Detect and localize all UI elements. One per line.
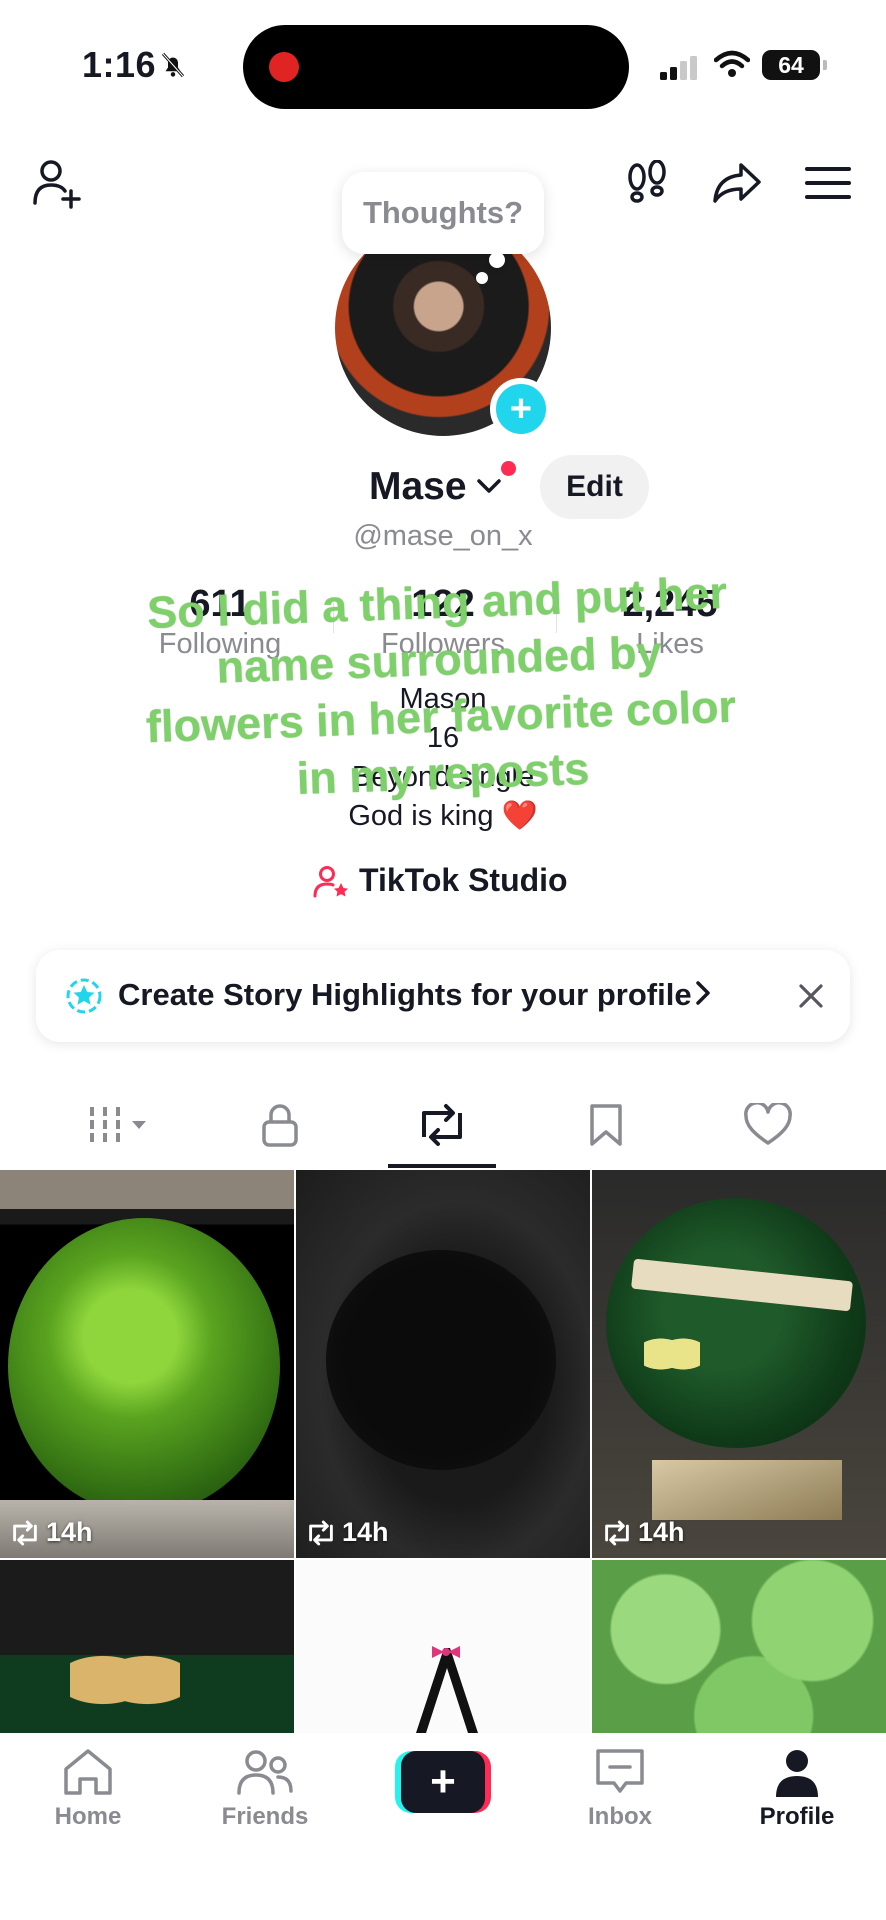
- lock-icon: [262, 1104, 298, 1147]
- add-friend-icon: [33, 160, 81, 209]
- share-icon: [713, 163, 761, 203]
- logo-image: [416, 1646, 478, 1733]
- home-icon: [64, 1749, 112, 1795]
- nav-inbox-label: Inbox: [588, 1803, 652, 1830]
- tab-reposts[interactable]: [402, 1094, 482, 1156]
- footprints-icon: [628, 160, 666, 203]
- add-friend-button[interactable]: [29, 155, 85, 211]
- reposts-grid: 14h 14h 14h: [0, 1170, 886, 1733]
- add-story-button[interactable]: +: [490, 378, 552, 440]
- tab-private[interactable]: [240, 1094, 320, 1156]
- repost-time: 14h: [10, 1517, 93, 1548]
- friends-icon: [237, 1750, 293, 1795]
- grid-filter-icon: [90, 1107, 146, 1143]
- dynamic-island: [243, 25, 629, 109]
- repost-icon: [309, 1520, 333, 1545]
- wrapping-paper: [652, 1460, 842, 1520]
- active-tab-indicator: [388, 1164, 496, 1168]
- video-tile-logo[interactable]: [296, 1560, 590, 1733]
- repost-time: 14h: [602, 1517, 685, 1548]
- tiktok-studio-label: TikTok Studio: [359, 862, 568, 898]
- bouquet-image: [326, 1250, 556, 1470]
- heart-outline-icon: [744, 1103, 792, 1145]
- video-tile-birthday-bouquet[interactable]: 14h: [592, 1170, 886, 1558]
- hamburger-menu-icon: [805, 167, 851, 199]
- tab-favorites[interactable]: [566, 1094, 646, 1156]
- thought-bubble-tail: [489, 252, 505, 268]
- nav-friends-label: Friends: [221, 1803, 309, 1830]
- video-tile-dark-bouquet[interactable]: 14h: [296, 1170, 590, 1558]
- status-time: 1:16: [82, 44, 157, 85]
- video-tile-green-roses[interactable]: 14h: [0, 1170, 294, 1558]
- bookmark-icon: [590, 1104, 622, 1146]
- share-profile-button[interactable]: [709, 155, 765, 211]
- profile-name-row: Mase Edit: [0, 455, 886, 521]
- repost-icon: [13, 1520, 37, 1545]
- repost-age: 14h: [342, 1517, 389, 1547]
- bouquet-image: [606, 1198, 866, 1448]
- repost-icon: [605, 1520, 629, 1545]
- thought-bubble-tail-small: [476, 272, 488, 284]
- bio-line: God is king ❤️: [348, 800, 538, 832]
- nav-profile-label: Profile: [759, 1803, 835, 1830]
- story-star-icon: [66, 978, 102, 1014]
- profile-icon: [776, 1750, 818, 1797]
- nav-home[interactable]: Home: [18, 1747, 158, 1831]
- butterfly-decoration: [70, 1640, 180, 1720]
- battery-indicator: 64: [762, 50, 827, 80]
- tab-liked[interactable]: [728, 1094, 808, 1156]
- profile-display-name[interactable]: Mase: [369, 465, 467, 509]
- menu-button[interactable]: [800, 155, 856, 211]
- profile-handle: @mase_on_x: [353, 520, 533, 552]
- profile-tabs: [0, 1080, 886, 1170]
- nav-friends[interactable]: Friends: [195, 1747, 335, 1831]
- banner-text: Create Story Highlights for your profile: [118, 977, 692, 1012]
- plus-icon: +: [401, 1751, 485, 1813]
- nav-home-label: Home: [54, 1803, 122, 1830]
- battery-level: 64: [778, 51, 804, 78]
- status-bar: 1:16 64: [0, 0, 886, 130]
- create-button[interactable]: +: [395, 1751, 491, 1813]
- butterfly-decoration: [644, 1330, 700, 1378]
- tab-videos[interactable]: [80, 1094, 160, 1156]
- profile-views-button[interactable]: [619, 155, 675, 211]
- edit-profile-button[interactable]: Edit: [540, 455, 649, 519]
- repost-age: 14h: [46, 1517, 93, 1547]
- video-tile-butterfly-bouquet[interactable]: [0, 1560, 294, 1733]
- bouquet-image: [8, 1218, 280, 1514]
- close-icon[interactable]: [796, 981, 826, 1011]
- tiktok-studio-link[interactable]: TikTok Studio: [313, 862, 568, 899]
- video-tile-green-closeup[interactable]: [592, 1560, 886, 1733]
- bell-muted-icon: [161, 52, 185, 78]
- creator-star-icon: [313, 865, 348, 897]
- bottom-navigation: Home Friends + Inbox Profile: [0, 1733, 886, 1920]
- chevron-right-icon: [696, 981, 710, 1005]
- plus-icon: +: [509, 388, 533, 430]
- cellular-signal-icon: [660, 56, 697, 80]
- nav-profile[interactable]: Profile: [727, 1747, 867, 1831]
- repost-time: 14h: [306, 1517, 389, 1548]
- repost-icon: [422, 1104, 462, 1146]
- wifi-icon: [714, 50, 750, 77]
- thoughts-bubble[interactable]: Thoughts?: [342, 172, 544, 254]
- inbox-icon: [596, 1749, 644, 1793]
- chevron-down-icon[interactable]: [476, 477, 502, 495]
- nav-inbox[interactable]: Inbox: [550, 1747, 690, 1831]
- repost-age: 14h: [638, 1517, 685, 1547]
- story-highlights-banner[interactable]: Create Story Highlights for your profile: [36, 950, 850, 1042]
- notification-dot: [501, 461, 516, 476]
- recording-indicator: [269, 52, 299, 82]
- video-caption-overlay: So I did a thing and put her name surrou…: [145, 566, 737, 805]
